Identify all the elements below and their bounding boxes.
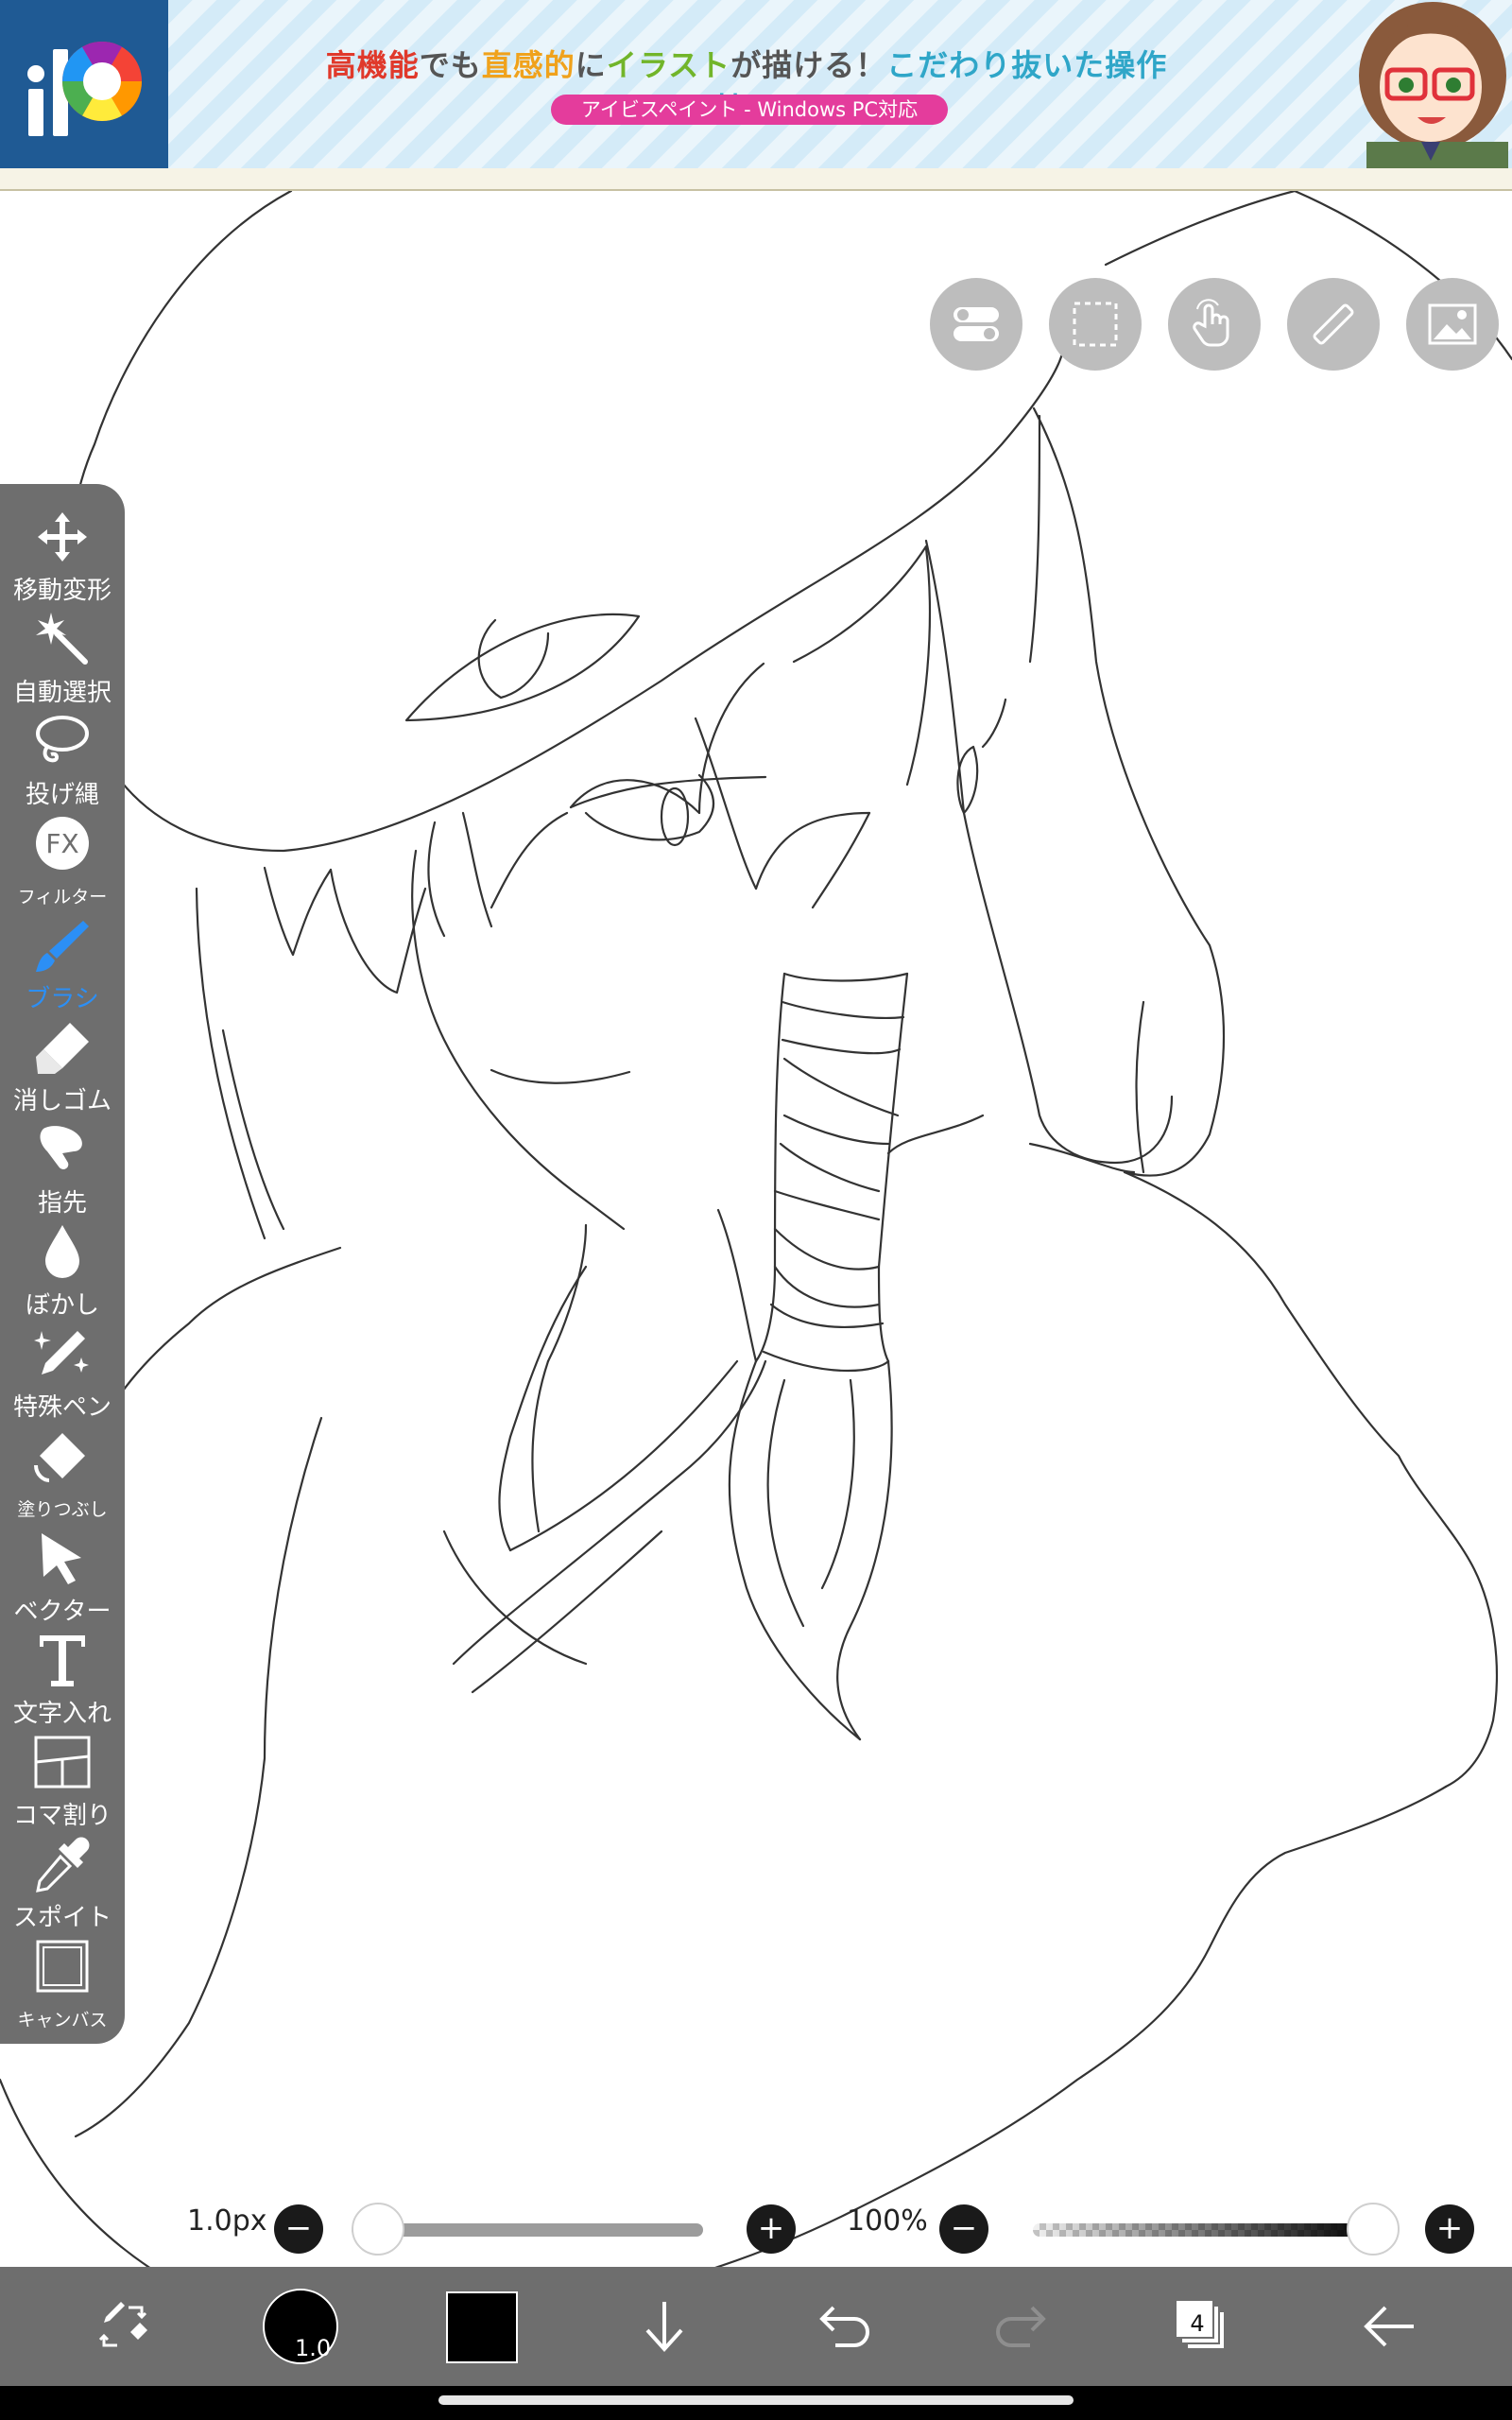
tool-special-pen[interactable]: 特殊ペン (0, 1322, 125, 1424)
tool-filter[interactable]: FX フィルター (0, 811, 125, 913)
cursor-arrow-icon (42, 1533, 81, 1584)
undo-icon (819, 2306, 869, 2347)
ad-pill-label: アイビスペイント - Windows PC対応 (551, 95, 948, 125)
sparkle-pen-icon (34, 1331, 89, 1374)
tool-label: 移動変形 (12, 577, 112, 605)
eyedropper-icon (36, 1837, 90, 1893)
selection-layer-button[interactable] (1049, 278, 1142, 371)
fx-icon: FX (36, 817, 89, 870)
ruler-button[interactable] (1287, 278, 1380, 371)
layer-merge-down-button[interactable] (608, 2267, 721, 2386)
toggle-button[interactable] (930, 278, 1022, 371)
arrow-left-icon (1364, 2306, 1414, 2347)
ad-headline-part: 直感的 (481, 47, 576, 83)
ad-divider (0, 168, 1512, 191)
ibispaint-logo[interactable] (0, 0, 168, 168)
tool-auto-select[interactable]: 自動選択 (0, 607, 125, 709)
tool-eraser[interactable]: 消しゴム (0, 1015, 125, 1117)
ad-mascot-illustration (1329, 0, 1512, 168)
opacity-decrease-button[interactable]: − (939, 2204, 988, 2254)
tool-switch-button[interactable] (66, 2267, 180, 2386)
tool-blur[interactable]: ぼかし (0, 1219, 125, 1322)
undo-button[interactable] (786, 2267, 900, 2386)
tool-label: 文字入れ (12, 1700, 112, 1728)
finger-smudge-icon (40, 1126, 82, 1169)
ruler-icon (1313, 303, 1354, 345)
ad-headline-part: こだわり抜いた (886, 47, 1106, 83)
tool-eyedropper[interactable]: スポイト (0, 1832, 125, 1934)
brush-size-decrease-button[interactable]: − (274, 2204, 323, 2254)
brush-size-increase-button[interactable]: + (747, 2204, 796, 2254)
move-arrows-icon (38, 512, 87, 562)
redo-button[interactable] (966, 2267, 1079, 2386)
system-nav-bar (0, 2386, 1512, 2420)
reference-window-button[interactable] (1406, 278, 1499, 371)
tool-label: 消しゴム (12, 1087, 112, 1115)
arrow-down-icon (645, 2302, 683, 2352)
tool-canvas[interactable]: キャンバス (0, 1934, 125, 2036)
opacity-slider[interactable] (1033, 2223, 1373, 2237)
magic-wand-icon (36, 613, 88, 665)
tool-smudge[interactable]: 指先 (0, 1117, 125, 1219)
tool-label: スポイト (12, 1904, 112, 1932)
redo-icon (996, 2306, 1046, 2347)
tool-vector[interactable]: ベクター (0, 1526, 125, 1628)
droplet-icon (45, 1225, 79, 1278)
tool-label: フィルター (17, 887, 108, 908)
tool-label: ぼかし (25, 1291, 99, 1320)
ad-headline-part: 高機能 (325, 47, 420, 83)
back-button[interactable] (1332, 2267, 1446, 2386)
tool-label: 投げ縄 (25, 781, 99, 809)
brush-sliders: 1.0px − + 100% − + (0, 2191, 1512, 2256)
eraser-icon (36, 1023, 89, 1074)
tool-label: コマ割り (12, 1802, 112, 1830)
ad-headline-part: イラスト (606, 47, 731, 83)
toggle-switch-icon (954, 307, 999, 341)
brush-size-label: 1.0px (187, 2204, 267, 2238)
opacity-label: 100% (847, 2204, 928, 2238)
tool-brush[interactable]: ブラシ (0, 913, 125, 1015)
gesture-button[interactable] (1168, 278, 1261, 371)
tool-fill[interactable]: 塗りつぶし (0, 1424, 125, 1526)
brush-icon (36, 921, 89, 972)
ad-banner[interactable]: 高機能でも直感的にイラストが描ける！こだわり抜いた操作性！ アイビスペイント -… (0, 0, 1512, 191)
bottom-toolbar: 1.0 4 (0, 2267, 1512, 2386)
layer-count: 4 (1190, 2310, 1205, 2337)
tool-move-transform[interactable]: 移動変形 (0, 505, 125, 607)
bucket-fill-icon (34, 1433, 85, 1482)
color-picker-swatch[interactable] (446, 2291, 518, 2363)
line-art-drawing (0, 191, 1512, 2267)
tool-label: 自動選択 (12, 679, 112, 707)
tool-label: 塗りつぶし (17, 1499, 108, 1520)
text-t-icon (40, 1635, 85, 1686)
tool-lasso[interactable]: 投げ縄 (0, 709, 125, 811)
panel-grid-icon (34, 1736, 91, 1789)
home-indicator[interactable] (438, 2395, 1074, 2405)
tool-label: ベクター (13, 1598, 112, 1626)
ad-headline-part: に (575, 47, 607, 83)
tool-panel: 移動変形 自動選択 投げ縄 FX フィルター ブラシ 消しゴム 指先 ぼかし 特… (0, 484, 125, 2044)
tool-label: キャンバス (17, 2010, 108, 2031)
brush-size-value: 1.0 (295, 2335, 332, 2361)
svg-text:FX: FX (45, 828, 78, 859)
hand-touch-icon (1193, 299, 1229, 347)
reference-image-icon (1428, 303, 1477, 345)
brush-size-slider-handle[interactable] (352, 2203, 404, 2256)
opacity-slider-handle[interactable] (1347, 2203, 1400, 2256)
lasso-icon (36, 716, 89, 763)
selection-dashed-icon (1073, 302, 1118, 347)
tool-label: 特殊ペン (12, 1393, 112, 1422)
tool-frame-divider[interactable]: コマ割り (0, 1730, 125, 1832)
drawing-canvas[interactable] (0, 191, 1512, 2267)
tool-label: ブラシ (26, 985, 99, 1013)
tool-label: 指先 (37, 1189, 87, 1218)
ad-headline-part: でも (419, 47, 482, 83)
canvas-square-icon (36, 1940, 89, 1993)
tool-text[interactable]: 文字入れ (0, 1628, 125, 1730)
opacity-increase-button[interactable]: + (1425, 2204, 1474, 2254)
ad-headline-part: が描ける！ (730, 47, 887, 83)
brush-eraser-swap-icon (98, 2302, 147, 2347)
